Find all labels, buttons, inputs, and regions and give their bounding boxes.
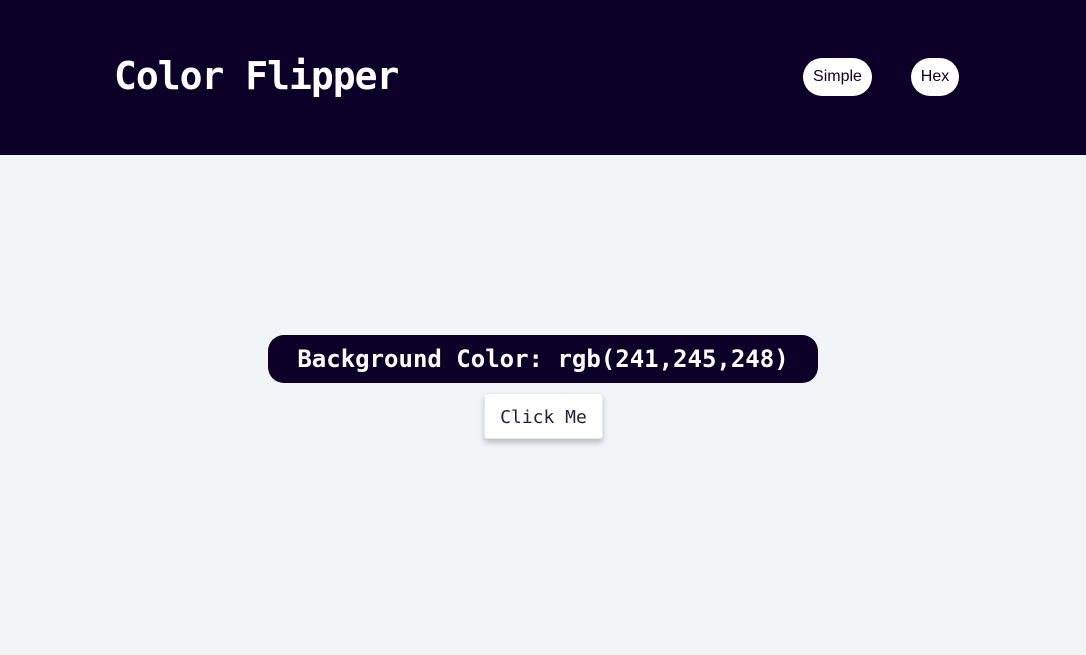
nav-link-hex[interactable]: Hex	[911, 58, 959, 96]
color-value: rgb(241,245,248)	[557, 345, 789, 373]
color-label-prefix: Background Color:	[297, 345, 558, 373]
main-content: Background Color: rgb(241,245,248) Click…	[0, 155, 1086, 655]
color-label: Background Color: rgb(241,245,248)	[268, 335, 818, 383]
navbar: Color Flipper Simple Hex	[0, 0, 1086, 155]
nav-link-simple[interactable]: Simple	[803, 58, 872, 96]
click-me-button[interactable]: Click Me	[484, 393, 603, 439]
logo: Color Flipper	[114, 52, 399, 100]
logo-text: Color Flipper	[114, 54, 399, 98]
